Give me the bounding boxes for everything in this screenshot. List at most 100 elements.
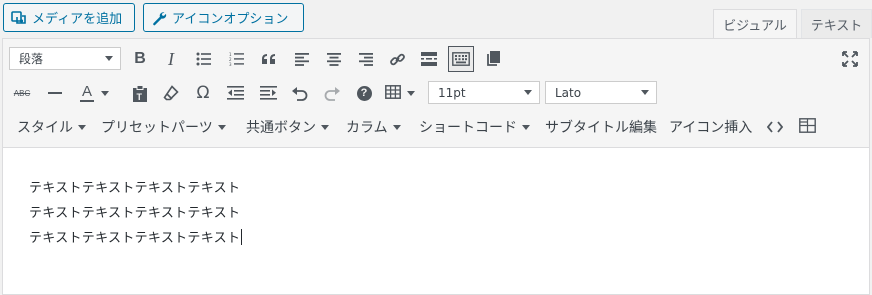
font-size-value: 11pt — [438, 85, 466, 100]
chevron-down-icon — [641, 90, 649, 95]
italic-icon: I — [168, 48, 174, 69]
menu-shortcode[interactable]: ショートコード — [419, 114, 530, 140]
indent-button[interactable] — [255, 80, 281, 106]
read-more-icon — [421, 52, 437, 66]
italic-button[interactable]: I — [158, 46, 184, 72]
eraser-icon — [163, 85, 179, 101]
outdent-icon — [226, 86, 244, 100]
paragraph-1[interactable]: テキストテキストテキストテキスト — [29, 177, 240, 196]
chevron-down-icon — [105, 56, 113, 61]
bullet-list-icon — [196, 52, 211, 66]
table-icon — [385, 85, 401, 99]
toolbar-row-1: 段落 B I 123 — [3, 45, 869, 75]
icon-options-button[interactable]: アイコンオプション — [143, 3, 304, 32]
align-right-button[interactable] — [353, 46, 379, 72]
align-left-button[interactable] — [289, 46, 315, 72]
svg-text:3: 3 — [229, 62, 232, 66]
help-icon: ? — [356, 85, 372, 101]
read-more-button[interactable] — [416, 46, 442, 72]
menu-subtitle-edit[interactable]: サブタイトル編集 — [545, 114, 657, 140]
chevron-down-icon — [392, 124, 401, 130]
text-color-swatch — [80, 100, 94, 102]
clear-formatting-button[interactable] — [158, 80, 184, 106]
fullscreen-button[interactable] — [837, 46, 863, 72]
menu-subtitle-edit-label: サブタイトル編集 — [545, 120, 657, 136]
fullscreen-icon — [842, 51, 858, 67]
redo-button[interactable] — [319, 80, 345, 106]
horizontal-line-icon — [48, 92, 62, 94]
align-center-button[interactable] — [321, 46, 347, 72]
text-color-icon: A — [80, 84, 94, 102]
media-icon — [11, 10, 27, 26]
table-dropdown[interactable] — [405, 80, 417, 106]
menu-common-button-label: 共通ボタン — [246, 120, 316, 136]
menu-preset-parts[interactable]: プリセットパーツ — [101, 114, 226, 140]
chevron-down-icon — [101, 90, 109, 96]
svg-text:T: T — [137, 92, 143, 102]
omega-icon: Ω — [196, 83, 210, 103]
paragraph-3[interactable]: テキストテキストテキストテキスト — [29, 227, 243, 246]
menu-style-label: スタイル — [17, 120, 73, 136]
pages-icon — [487, 51, 500, 66]
editor-content[interactable]: テキストテキストテキストテキスト テキストテキストテキストテキスト テキストテキ… — [3, 149, 869, 294]
editor-toolbar: 段落 B I 123 ABC A T Ω ? 11pt Lato スタイル プリ… — [3, 39, 869, 148]
menu-column-label: カラム — [346, 120, 388, 136]
undo-icon — [291, 86, 307, 101]
paste-as-text-button[interactable]: T — [127, 80, 153, 106]
chevron-down-icon — [524, 90, 532, 95]
chevron-down-icon — [78, 124, 86, 130]
add-media-label: メディアを追加 — [32, 12, 123, 27]
help-button[interactable]: ? — [351, 80, 377, 106]
tab-visual[interactable]: ビジュアル — [713, 9, 797, 38]
font-family-value: Lato — [555, 85, 582, 100]
menu-preset-parts-label: プリセットパーツ — [101, 120, 213, 136]
code-button[interactable] — [762, 114, 788, 140]
pages-button[interactable] — [480, 46, 506, 72]
tab-text[interactable]: テキスト — [801, 9, 872, 38]
code-icon — [767, 121, 783, 133]
horizontal-line-button[interactable] — [42, 80, 68, 106]
undo-button[interactable] — [286, 80, 312, 106]
align-left-icon — [295, 52, 309, 66]
paste-as-text-icon: T — [133, 84, 147, 102]
text-cursor — [241, 229, 243, 245]
text-color-button[interactable]: A — [75, 80, 99, 106]
outdent-button[interactable] — [222, 80, 248, 106]
numbered-list-button[interactable]: 123 — [224, 46, 250, 72]
menu-icon-insert[interactable]: アイコン挿入 — [669, 114, 752, 140]
menu-column[interactable]: カラム — [346, 114, 401, 140]
bold-button[interactable]: B — [127, 46, 153, 72]
paragraph-2[interactable]: テキストテキストテキストテキスト — [29, 202, 240, 221]
numbered-list-icon: 123 — [229, 52, 244, 66]
table-insert-button[interactable] — [794, 112, 820, 138]
table-button[interactable] — [382, 79, 404, 105]
chevron-down-icon — [217, 124, 226, 130]
menu-icon-insert-label: アイコン挿入 — [669, 120, 753, 136]
font-size-select[interactable]: 11pt — [428, 81, 540, 104]
wrench-icon — [151, 10, 167, 26]
text-color-dropdown[interactable] — [99, 80, 111, 106]
chevron-down-icon — [407, 90, 415, 96]
text-color-letter: A — [81, 83, 92, 100]
link-button[interactable] — [384, 46, 410, 72]
menu-style[interactable]: スタイル — [17, 114, 86, 140]
blockquote-button[interactable] — [256, 46, 282, 72]
strikethrough-button[interactable]: ABC — [9, 80, 35, 106]
icon-options-label: アイコンオプション — [172, 12, 289, 27]
menu-shortcode-label: ショートコード — [419, 120, 517, 136]
help-icon-glyph: ? — [360, 87, 368, 99]
table-insert-icon — [798, 117, 816, 133]
toolbar-toggle-button[interactable] — [448, 46, 474, 72]
font-family-select[interactable]: Lato — [545, 81, 657, 104]
menu-common-button[interactable]: 共通ボタン — [246, 114, 329, 140]
strikethrough-icon: ABC — [13, 88, 31, 98]
add-media-button[interactable]: メディアを追加 — [3, 3, 135, 32]
bold-icon: B — [134, 50, 146, 67]
align-center-icon — [327, 52, 341, 66]
format-select[interactable]: 段落 — [9, 47, 121, 70]
bullet-list-button[interactable] — [191, 46, 217, 72]
special-character-button[interactable]: Ω — [190, 80, 216, 106]
align-right-icon — [359, 52, 373, 66]
chevron-down-icon — [321, 124, 329, 130]
redo-icon — [324, 86, 340, 101]
